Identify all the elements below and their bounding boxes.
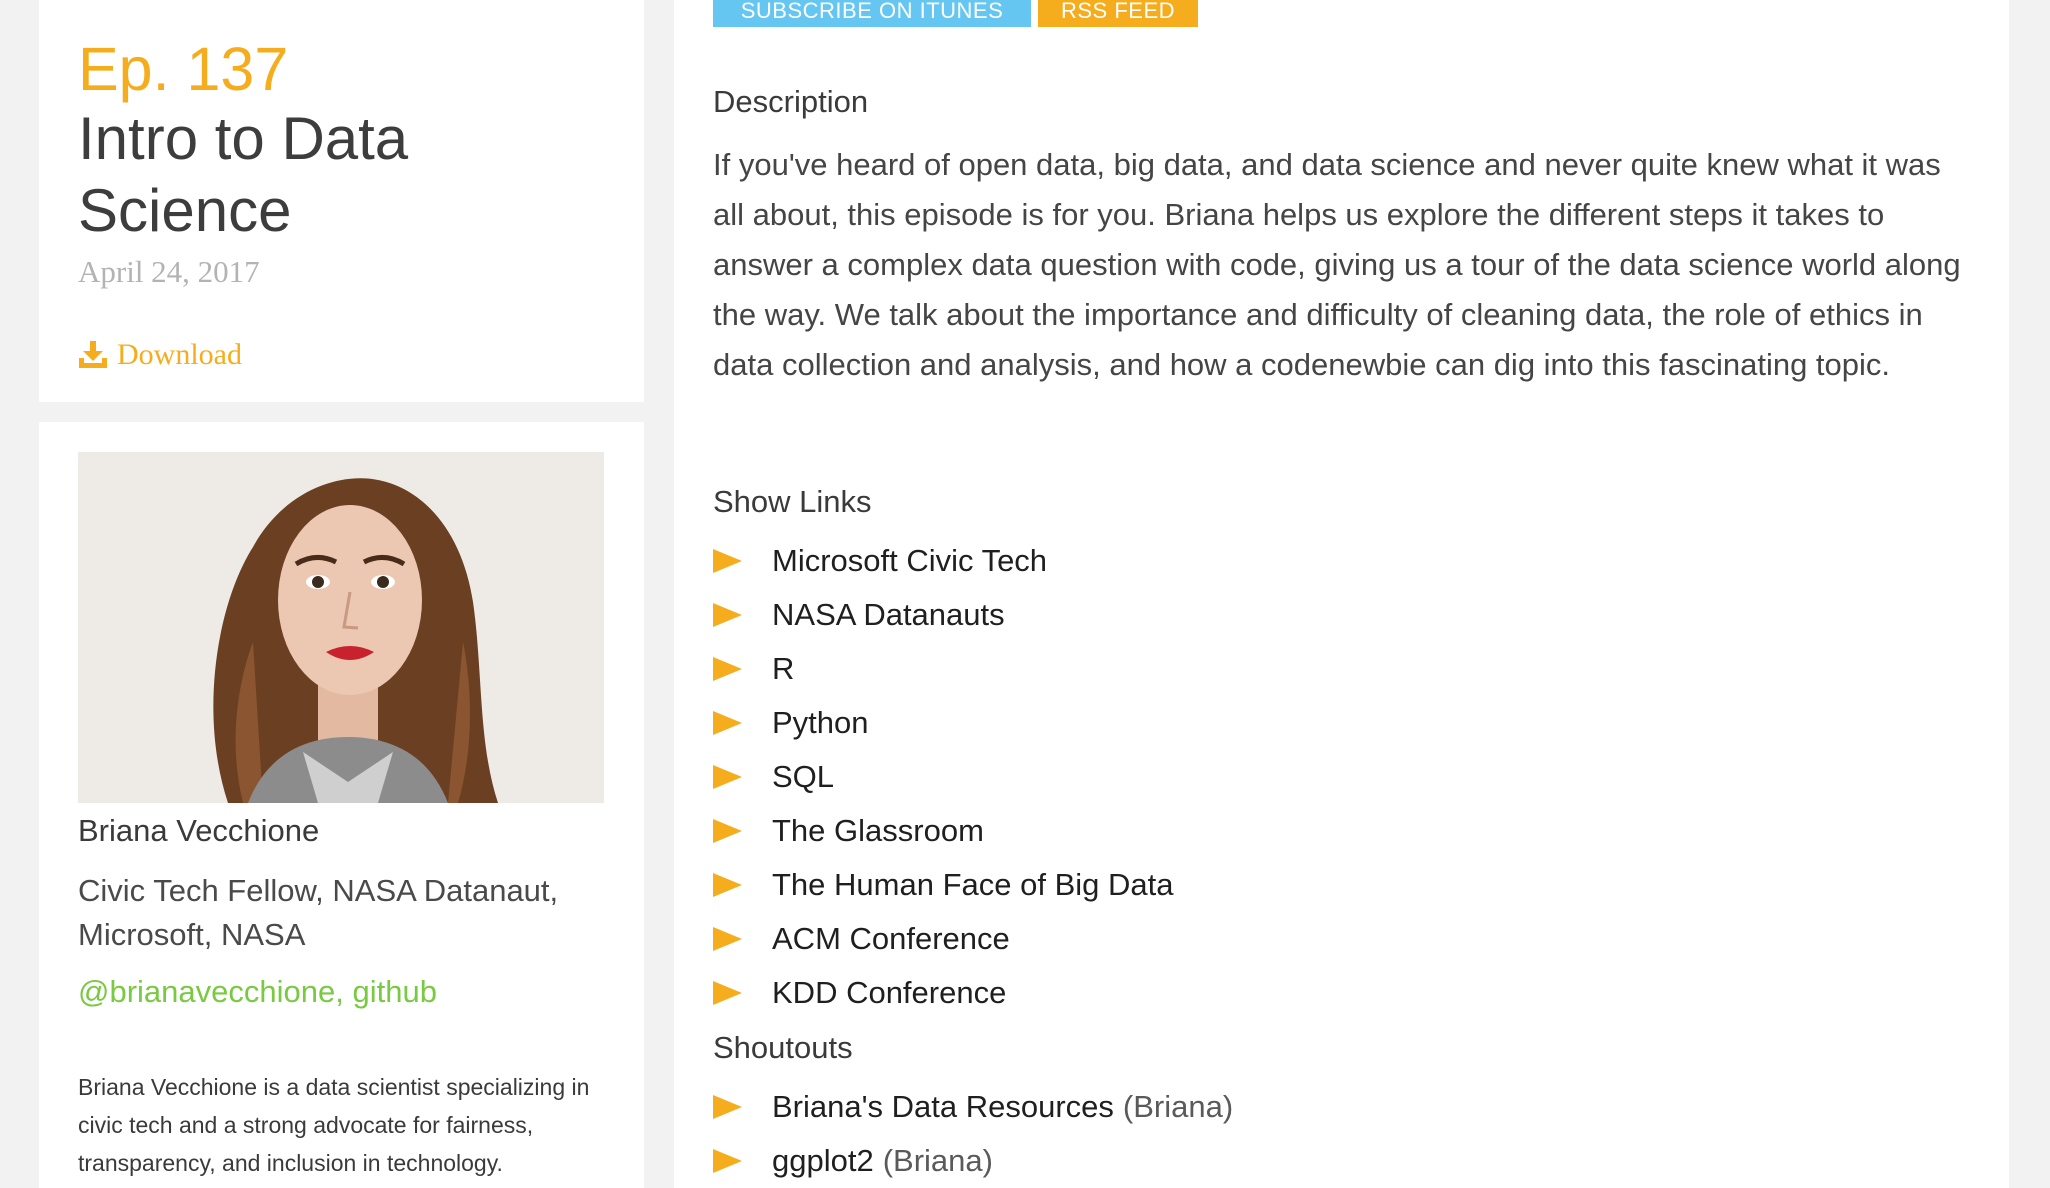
show-link-label[interactable]: R: [772, 651, 794, 687]
arrow-bullet-icon: [713, 711, 742, 735]
show-link-item[interactable]: KDD Conference: [713, 966, 1173, 1020]
show-link-item[interactable]: Microsoft Civic Tech: [713, 534, 1173, 588]
download-label: Download: [117, 338, 242, 371]
guest-bio: Briana Vecchione is a data scientist spe…: [78, 1074, 590, 1176]
show-link-item[interactable]: ACM Conference: [713, 912, 1173, 966]
show-links-list: Microsoft Civic Tech NASA Datanauts R Py…: [713, 534, 1173, 1020]
show-link-label[interactable]: The Glassroom: [772, 813, 984, 849]
download-link[interactable]: Download: [78, 338, 242, 372]
show-link-item[interactable]: The Human Face of Big Data: [713, 858, 1173, 912]
arrow-bullet-icon: [713, 1095, 742, 1119]
show-link-label[interactable]: The Human Face of Big Data: [772, 867, 1173, 903]
shoutout-label[interactable]: ggplot2: [772, 1143, 874, 1179]
guest-twitter-link[interactable]: @brianavecchione: [78, 974, 335, 1009]
arrow-bullet-icon: [713, 819, 742, 843]
show-link-label[interactable]: NASA Datanauts: [772, 597, 1005, 633]
episode-title: Intro to Data Science: [78, 105, 409, 244]
shoutouts-list: Briana's Data Resources (Briana) ggplot2(…: [713, 1080, 1233, 1188]
shoutout-credit: (Briana): [882, 1143, 993, 1178]
arrow-bullet-icon: [713, 1149, 742, 1173]
guest-name: Briana Vecchione: [78, 813, 320, 848]
show-link-item[interactable]: Python: [713, 696, 1173, 750]
show-link-label[interactable]: ACM Conference: [772, 921, 1010, 957]
shoutout-credit: (Briana): [1122, 1089, 1234, 1124]
arrow-bullet-icon: [713, 765, 742, 789]
arrow-bullet-icon: [713, 981, 742, 1005]
arrow-bullet-icon: [713, 927, 742, 951]
arrow-bullet-icon: [713, 873, 742, 897]
show-link-label[interactable]: KDD Conference: [772, 975, 1006, 1011]
guest-social-links: @brianavecchione, github: [78, 974, 437, 1010]
show-link-item[interactable]: NASA Datanauts: [713, 588, 1173, 642]
shoutout-label[interactable]: Briana's Data Resources: [772, 1089, 1114, 1125]
arrow-bullet-icon: [713, 603, 742, 627]
rss-feed-button[interactable]: RSS FEED: [1038, 0, 1198, 27]
description-heading: Description: [713, 84, 869, 119]
show-link-item[interactable]: The Glassroom: [713, 804, 1173, 858]
guest-role: Civic Tech Fellow, NASA Datanaut, Micros…: [78, 873, 559, 952]
description-text: If you've heard of open data, big data, …: [713, 147, 1961, 382]
shoutouts-heading: Shoutouts: [713, 1030, 853, 1065]
show-link-label[interactable]: Python: [772, 705, 869, 741]
episode-number: Ep. 137: [78, 35, 289, 103]
show-link-label[interactable]: Microsoft Civic Tech: [772, 543, 1047, 579]
shoutout-item[interactable]: ggplot2 (Briana): [713, 1134, 1233, 1188]
guest-links-separator: ,: [335, 974, 353, 1009]
arrow-bullet-icon: [713, 657, 742, 681]
episode-details-card: SUBSCRIBE ON ITUNES RSS FEED Description…: [674, 0, 2009, 1188]
subscribe-itunes-button[interactable]: SUBSCRIBE ON ITUNES: [713, 0, 1031, 27]
shoutout-item[interactable]: Briana's Data Resources (Briana): [713, 1080, 1233, 1134]
show-links-heading: Show Links: [713, 484, 872, 519]
show-link-label[interactable]: SQL: [772, 759, 834, 795]
guest-card: Briana Vecchione Civic Tech Fellow, NASA…: [39, 422, 644, 1188]
show-link-item[interactable]: R: [713, 642, 1173, 696]
show-link-item[interactable]: SQL: [713, 750, 1173, 804]
episode-page: Ep. 137 Intro to Data Science April 24, …: [0, 0, 2050, 1188]
download-icon: [78, 341, 108, 369]
arrow-bullet-icon: [713, 549, 742, 573]
episode-info-card: Ep. 137 Intro to Data Science April 24, …: [39, 0, 644, 402]
guest-photo: [78, 452, 604, 803]
episode-date: April 24, 2017: [78, 254, 260, 289]
guest-github-link[interactable]: github: [352, 974, 436, 1009]
